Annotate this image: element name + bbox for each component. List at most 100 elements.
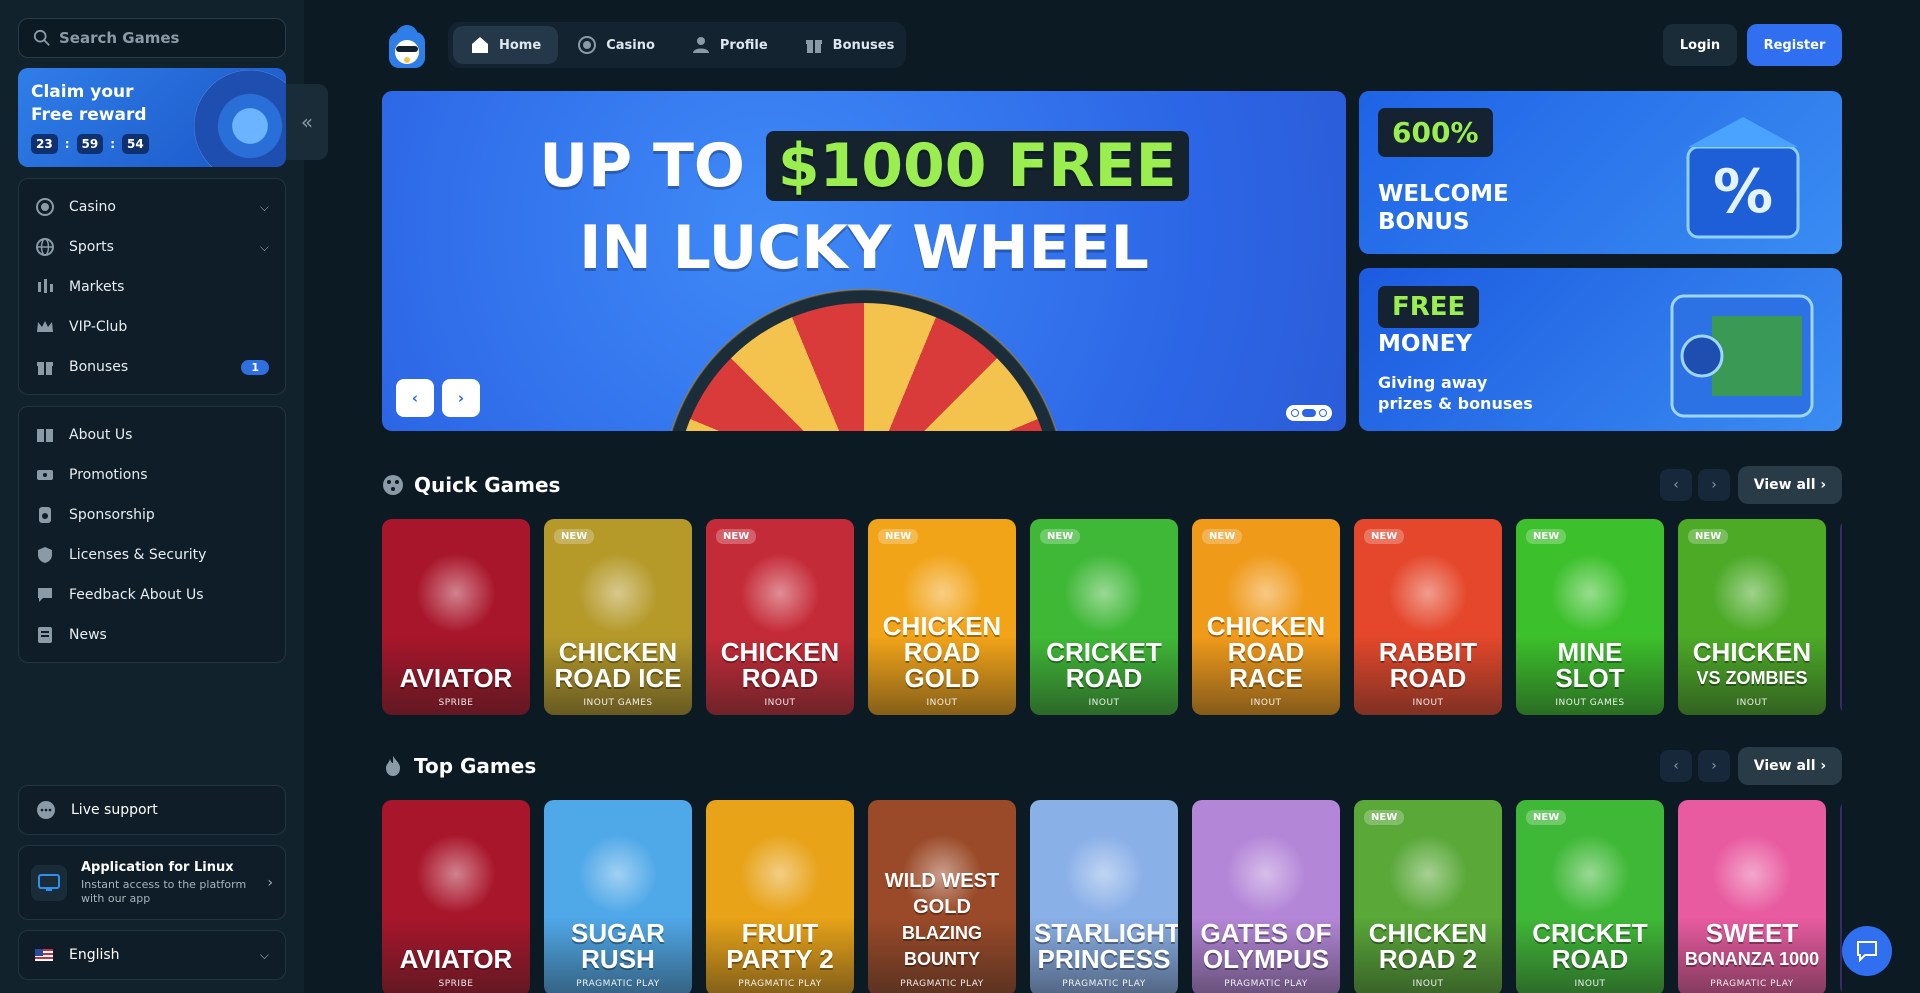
game-provider: INOUT: [1088, 698, 1120, 708]
game-provider: INOUT GAMES: [583, 698, 653, 708]
free-reward-banner[interactable]: Claim your Free reward 23: 59: 54: [18, 68, 286, 167]
game-card[interactable]: NEW CRICKET ROAD INOUT: [1030, 519, 1178, 715]
game-card[interactable]: NEW CHICKEN ROAD RACE INOUT: [1192, 519, 1340, 715]
game-title: SWEET BONANZA 1000: [1682, 920, 1822, 972]
game-card[interactable]: STARLIGHT PRINCESS PRAGMATIC PLAY: [1030, 800, 1178, 993]
chevron-down-icon[interactable]: ⌵: [260, 200, 269, 215]
game-card[interactable]: AVIATOR SPRIBE: [382, 800, 530, 993]
chat-button[interactable]: [1842, 926, 1892, 976]
sidebar-item-casino[interactable]: Casino ⌵: [19, 187, 285, 227]
chevron-left-icon[interactable]: ‹: [1660, 750, 1692, 782]
hero-prefix: UP TO: [539, 131, 745, 201]
tab-label: Home: [499, 37, 542, 53]
carousel-next-button[interactable]: ›: [442, 379, 480, 417]
quick-games-row: AVIATOR SPRIBE NEW CHICKEN ROAD ICE INOUT GAM…: [382, 519, 1842, 715]
search-box[interactable]: [18, 18, 286, 58]
sidebar-item-sports[interactable]: Sports ⌵: [19, 227, 285, 267]
game-card[interactable]: NEW RABBIT ROAD INOUT: [1354, 519, 1502, 715]
game-card[interactable]: NEW CRICKET ROAD INOUT: [1516, 800, 1664, 993]
game-art: [1226, 834, 1306, 914]
sidebar-item-bonuses[interactable]: Bonuses 1: [19, 347, 285, 387]
sidebar-item-news[interactable]: News: [19, 615, 285, 655]
sidebar-item-vip-club[interactable]: VIP-Club: [19, 307, 285, 347]
search-input[interactable]: [59, 29, 279, 47]
game-title: AVIATOR: [386, 665, 526, 691]
sidebar-item-label: Markets: [69, 279, 125, 295]
lucky-wheel-image: [662, 289, 1066, 431]
login-button[interactable]: Login: [1663, 24, 1737, 66]
hero-carousel[interactable]: UP TO $1000 FREE IN LUCKY WHEEL ‹ ›: [382, 91, 1346, 431]
game-provider: PRAGMATIC PLAY: [1062, 979, 1146, 989]
home-icon: [470, 35, 490, 55]
gift-icon: [804, 35, 824, 55]
game-title-line1: SWEET: [1705, 918, 1799, 948]
ticket-icon: [35, 465, 55, 485]
game-card[interactable]: FRUIT PARTY 2 PRAGMATIC PLAY: [706, 800, 854, 993]
site-logo[interactable]: [386, 22, 428, 70]
game-card[interactable]: NEW CHICKEN ROAD GOLD INOUT: [868, 519, 1016, 715]
game-title-line2: ROAD RACE: [1227, 637, 1305, 693]
tab-label: Profile: [719, 37, 768, 53]
game-card[interactable]: NEW CHICKEN VS ZOMBIES INOUT: [1678, 519, 1826, 715]
game-title-line2: ROAD: [1065, 663, 1143, 693]
collapse-sidebar-button[interactable]: «: [286, 84, 328, 160]
chevron-right-icon[interactable]: ›: [1698, 469, 1730, 501]
promo-tag: FREE: [1378, 286, 1480, 328]
game-provider: SPRIBE: [438, 979, 474, 989]
free-money-banner[interactable]: FREE MONEY Giving away prizes & bonuses: [1359, 268, 1842, 431]
sidebar-item-promotions[interactable]: Promotions: [19, 455, 285, 495]
game-title-line2: ROAD ICE: [554, 663, 682, 693]
view-all-button[interactable]: View all ›: [1738, 466, 1842, 504]
game-provider: INOUT: [1412, 698, 1444, 708]
chevron-down-icon[interactable]: ⌵: [260, 240, 269, 255]
live-support-button[interactable]: Live support: [18, 785, 286, 835]
game-card[interactable]: NEW CHICKEN ROAD INOUT: [706, 519, 854, 715]
game-title: WILD WEST GOLD BLAZING BOUNTY: [872, 868, 1012, 972]
support-chat-icon: [37, 801, 55, 819]
tab-home[interactable]: Home: [453, 26, 559, 64]
game-provider: SPRIBE: [438, 698, 474, 708]
game-card[interactable]: SUGAR RUSH PRAGMATIC PLAY: [544, 800, 692, 993]
sidebar-item-feedback[interactable]: Feedback About Us: [19, 575, 285, 615]
game-provider: PRAGMATIC PLAY: [1224, 979, 1308, 989]
tab-label: Bonuses: [832, 37, 895, 53]
game-card[interactable]: NEW CHICKEN ROAD 2 INOUT: [1354, 800, 1502, 993]
sidebar-item-sponsorship[interactable]: Sponsorship: [19, 495, 285, 535]
game-card[interactable]: AVIATOR SPRIBE: [382, 519, 530, 715]
game-card[interactable]: NEW CHICKEN ROAD ICE INOUT GAMES: [544, 519, 692, 715]
register-button[interactable]: Register: [1747, 24, 1842, 66]
carousel-prev-button[interactable]: ‹: [396, 379, 434, 417]
game-title-line1: GATES OF: [1200, 918, 1332, 948]
language-selector[interactable]: English ⌵: [18, 930, 286, 980]
sidebar-item-label: Bonuses: [69, 359, 129, 375]
game-title: STARLIGHT PRINCESS: [1034, 920, 1178, 972]
game-card[interactable]: NEW MINE SLOT INOUT GAMES: [1516, 519, 1664, 715]
linux-app-banner[interactable]: Application for Linux Instant access to …: [18, 845, 286, 920]
game-title-line2: BONANZA 1000: [1684, 949, 1820, 969]
tab-casino[interactable]: Casino: [560, 26, 672, 64]
new-badge: NEW: [1526, 810, 1567, 825]
game-card[interactable]: GATES OF OLYMPUS PRAGMATIC PLAY: [1192, 800, 1340, 993]
welcome-bonus-banner[interactable]: 600% WELCOME BONUS %: [1359, 91, 1842, 254]
sidebar-item-about-us[interactable]: About Us: [19, 415, 285, 455]
timer-minutes: 59: [76, 134, 104, 154]
chevron-left-icon[interactable]: ‹: [1660, 469, 1692, 501]
tab-bonuses[interactable]: Bonuses: [787, 26, 912, 64]
game-card-partial[interactable]: [1840, 800, 1842, 993]
tab-profile[interactable]: Profile: [674, 26, 785, 64]
sidebar-item-licenses[interactable]: Licenses & Security: [19, 535, 285, 575]
game-card-partial[interactable]: [1840, 519, 1842, 715]
chevron-right-icon[interactable]: ›: [1698, 750, 1730, 782]
game-title: RABBIT ROAD: [1358, 639, 1498, 691]
game-card[interactable]: SWEET BONANZA 1000 PRAGMATIC PLAY: [1678, 800, 1826, 993]
view-all-button[interactable]: View all ›: [1738, 747, 1842, 785]
game-card[interactable]: WILD WEST GOLD BLAZING BOUNTY PRAGMATIC PL…: [868, 800, 1016, 993]
sidebar-item-markets[interactable]: Markets: [19, 267, 285, 307]
carousel-dots[interactable]: [1286, 405, 1332, 421]
sidebar-item-label: Sponsorship: [69, 507, 155, 523]
view-all-label: View all: [1753, 758, 1816, 774]
game-art: [1064, 834, 1144, 914]
game-art: [1550, 553, 1630, 633]
svg-text:%: %: [1713, 157, 1773, 227]
new-badge: NEW: [878, 529, 919, 544]
